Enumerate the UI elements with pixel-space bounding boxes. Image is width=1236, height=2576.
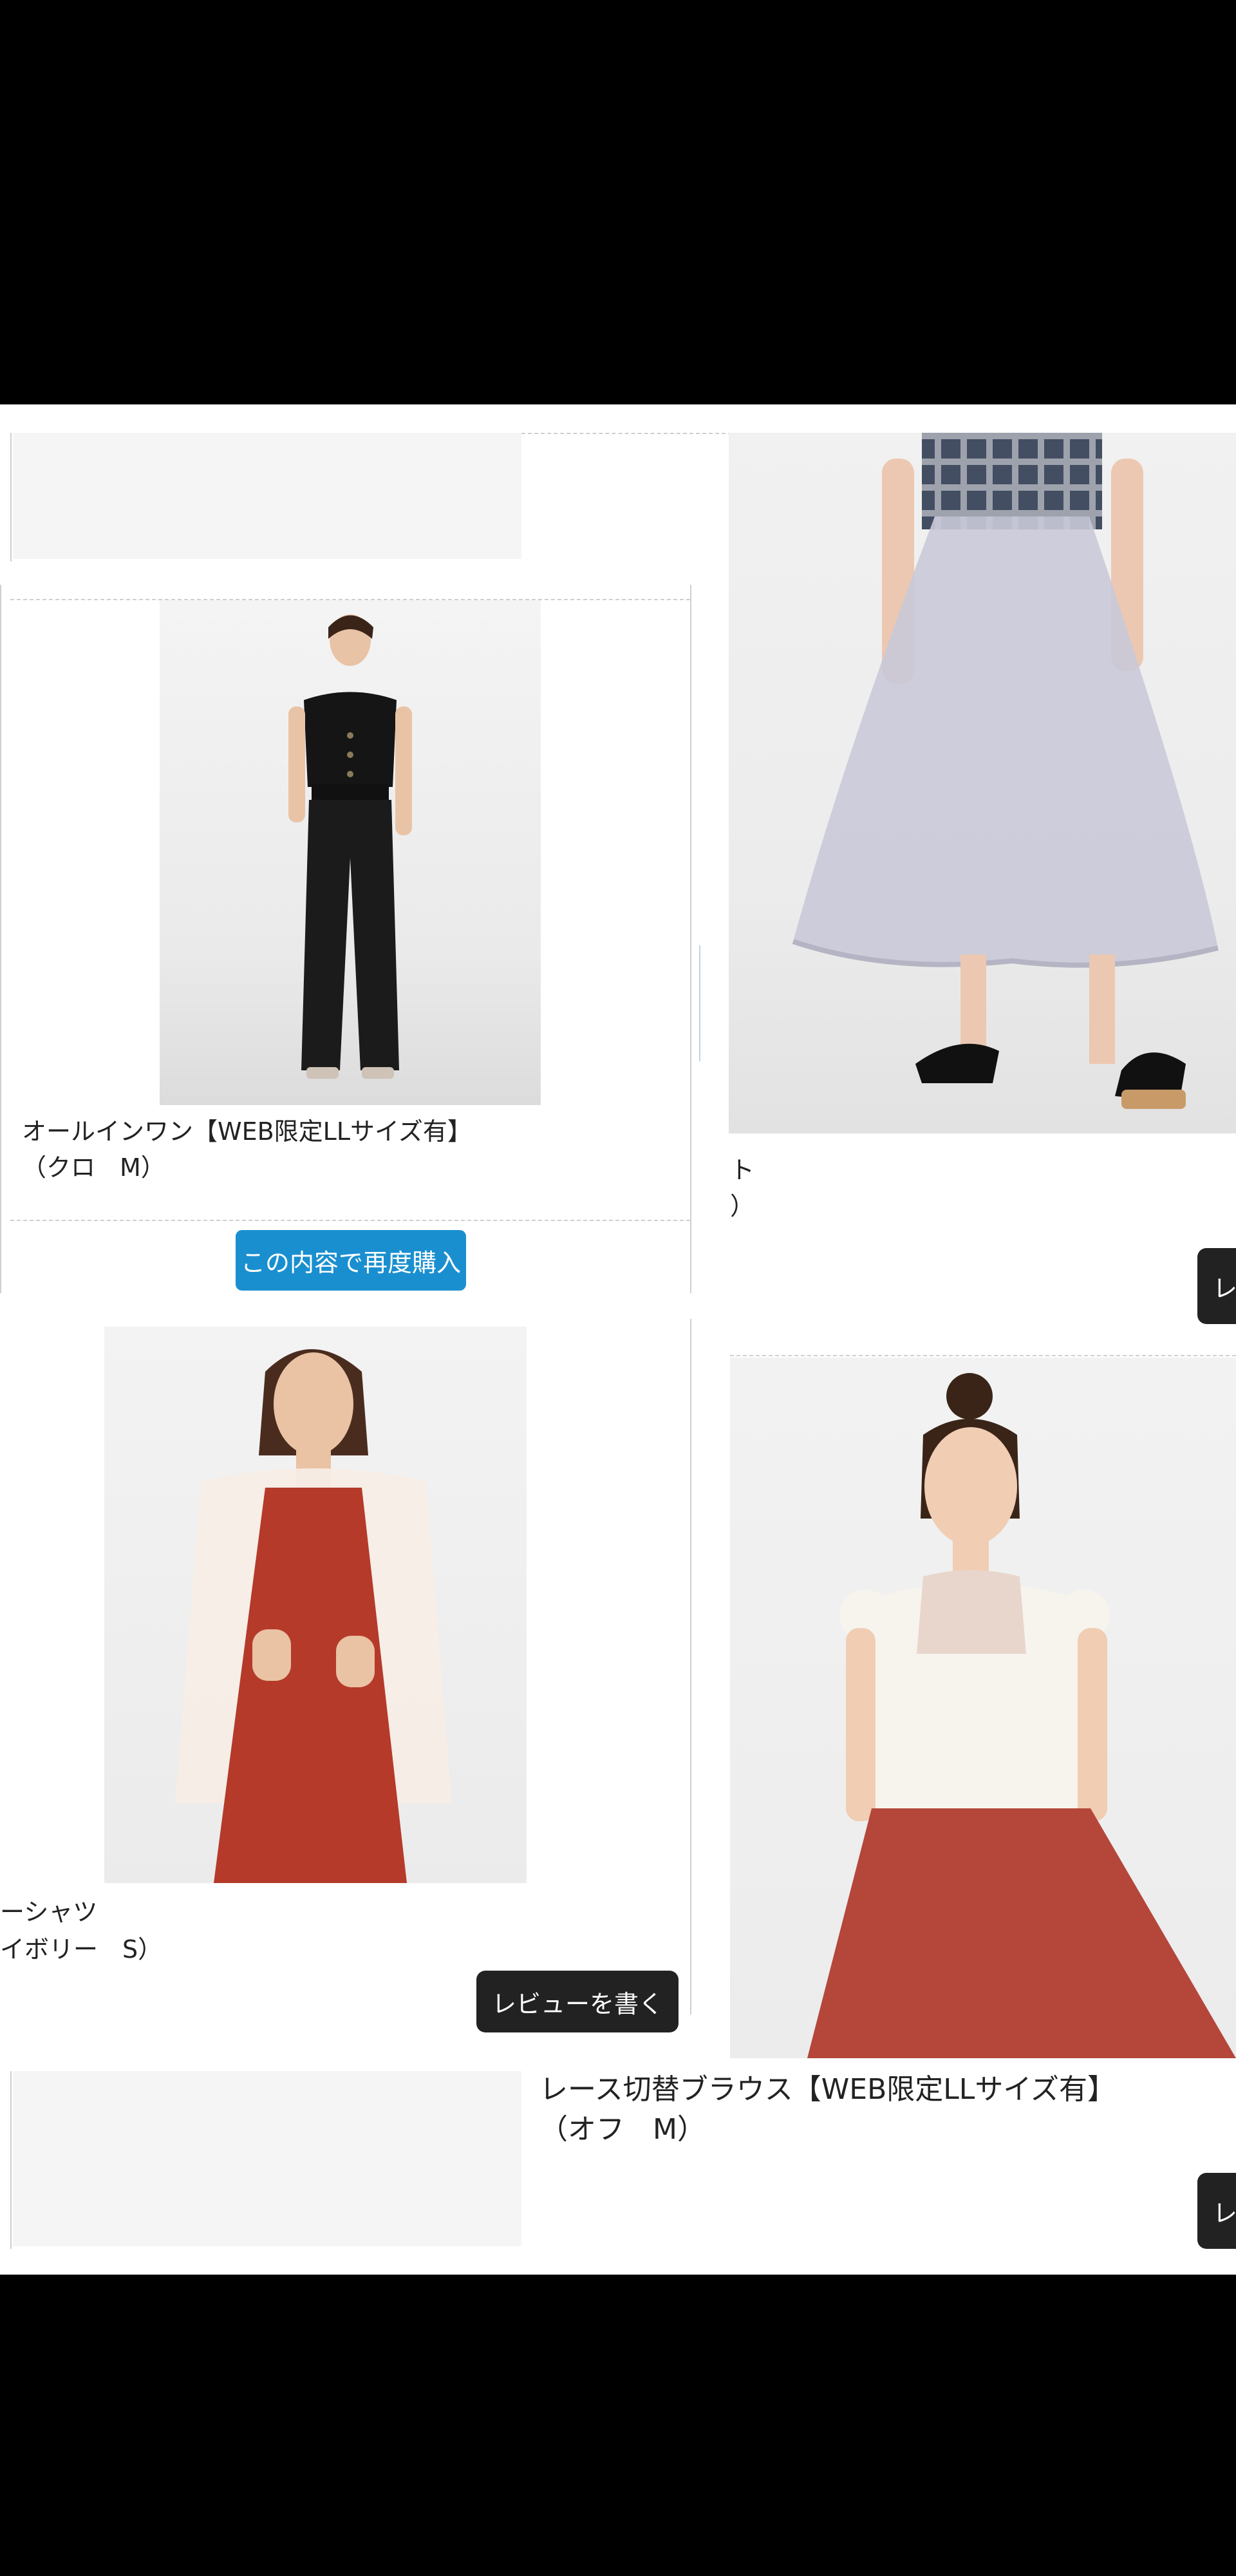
product-image-sheer-shirt[interactable] bbox=[104, 1327, 527, 1883]
product-name-1[interactable]: オールインワン【WEB限定LLサイズ有】 bbox=[22, 1113, 472, 1150]
product-variant-3: イボリー S） bbox=[0, 1935, 163, 1964]
empty-card-placeholder-top bbox=[13, 433, 521, 559]
blouse-photo-illustration bbox=[807, 1373, 1236, 2058]
empty-card-placeholder-bottom bbox=[13, 2071, 521, 2246]
scroll-indicator[interactable] bbox=[699, 945, 700, 1061]
product-image-jumpsuit[interactable] bbox=[160, 600, 541, 1105]
left-border-bottom bbox=[10, 2071, 12, 2249]
order-history-grid: オールインワン【WEB限定LLサイズ有】 （クロ M） この内容で再度購入 ト … bbox=[0, 404, 1236, 2275]
product-name-4[interactable]: レース切替ブラウス【WEB限定LLサイズ有】 bbox=[539, 2071, 1116, 2108]
review-button-2[interactable]: レ bbox=[1197, 1248, 1236, 1324]
product-variant-1: （クロ M） bbox=[22, 1153, 165, 1182]
product-name-3[interactable]: ーシャツ bbox=[0, 1893, 97, 1931]
product-variant-4: （オフ M） bbox=[539, 2113, 706, 2146]
product-name-2[interactable]: ト bbox=[730, 1151, 754, 1189]
column-divider-1 bbox=[690, 585, 691, 1293]
jumpsuit-photo-illustration bbox=[288, 614, 412, 1079]
shirt-photo-illustration bbox=[175, 1349, 452, 1883]
review-button-4[interactable]: レ bbox=[1197, 2173, 1236, 2249]
product-image-tulle-skirt[interactable] bbox=[729, 433, 1236, 1133]
left-border-mid bbox=[0, 585, 1, 1293]
column-divider-2 bbox=[690, 1319, 691, 2014]
card-4-top-divider bbox=[730, 1355, 1236, 1356]
skirt-photo-illustration bbox=[792, 433, 1219, 1109]
write-review-button[interactable]: レビューを書く bbox=[476, 1971, 679, 2032]
buy-again-button[interactable]: この内容で再度購入 bbox=[236, 1230, 466, 1291]
product-image-lace-blouse[interactable] bbox=[730, 1358, 1236, 2058]
product-variant-2: ） bbox=[730, 1192, 755, 1220]
left-border-top bbox=[10, 433, 12, 562]
card-1-bottom-divider bbox=[10, 1220, 690, 1221]
